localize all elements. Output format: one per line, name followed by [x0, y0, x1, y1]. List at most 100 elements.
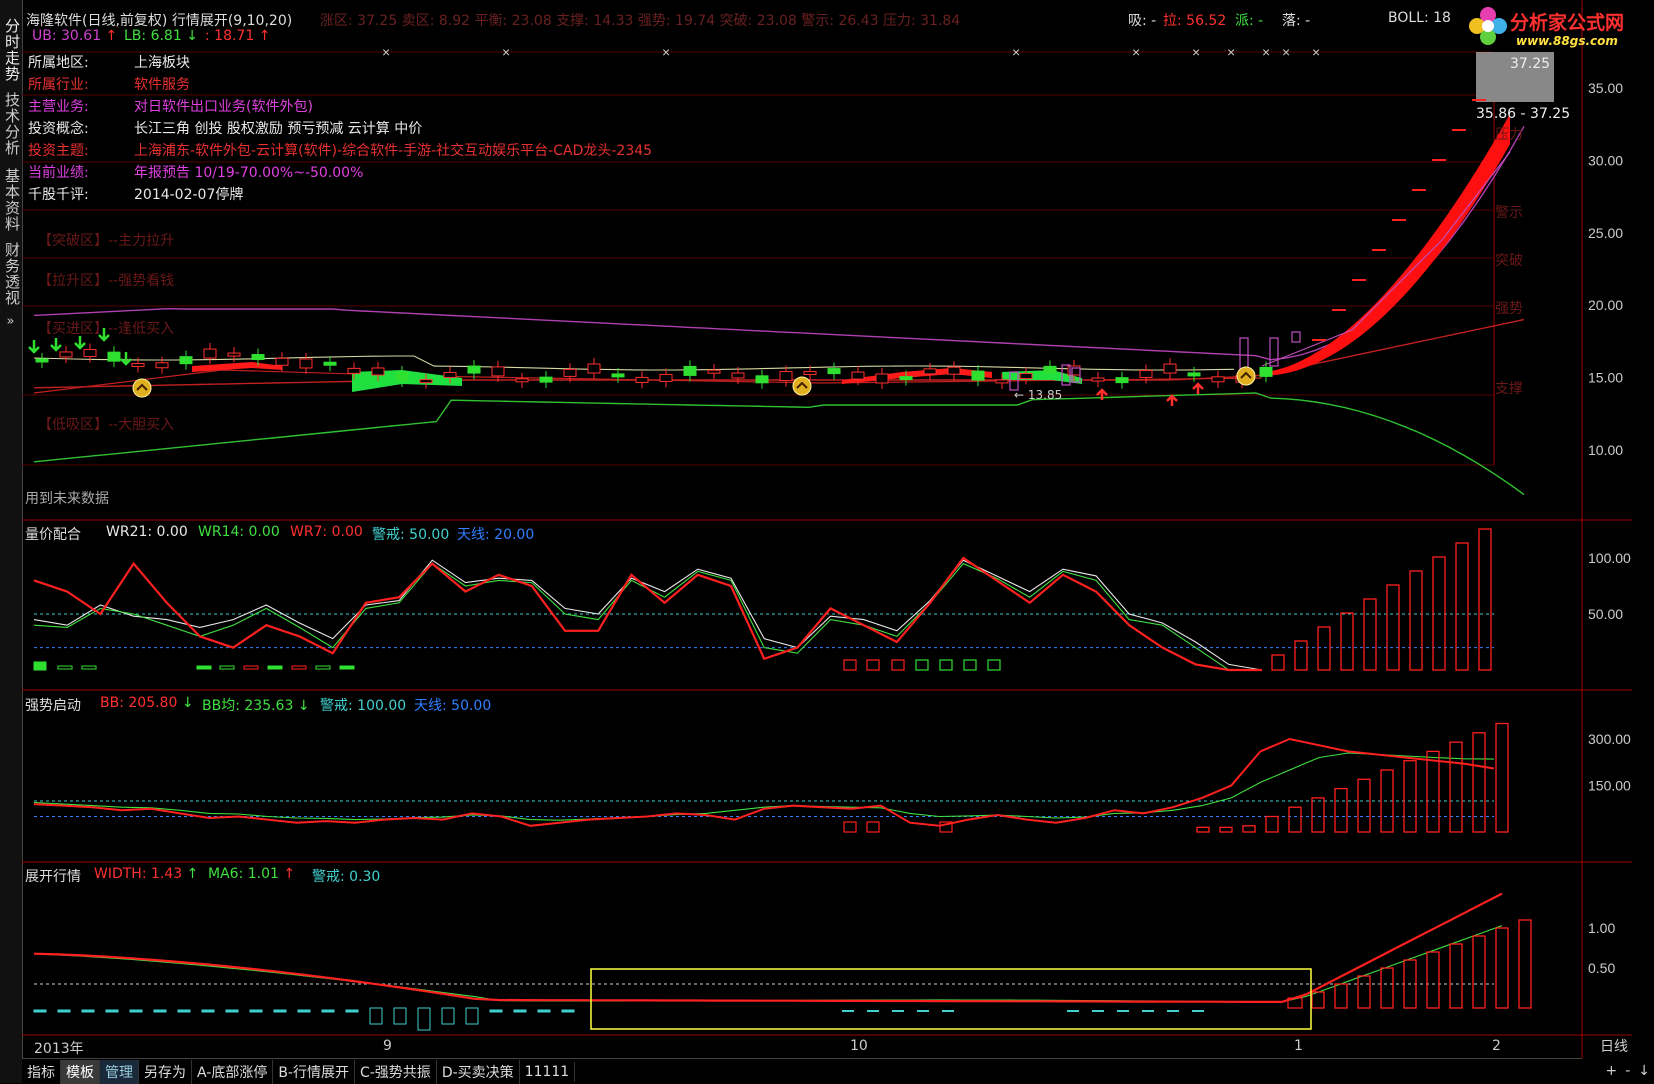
candle-body: [347, 367, 361, 374]
candle-body: [155, 362, 169, 369]
main-axis-label: 35.00: [1588, 80, 1623, 96]
faded-levels: 涨区: 37.25 卖区: 8.92 平衡: 23.08 支撑: 14.33 强…: [320, 13, 961, 29]
tab-c-strong-resonance[interactable]: C-强势共振: [355, 1059, 437, 1084]
panel3-bar: [1334, 983, 1348, 1009]
candle-body: [947, 366, 961, 375]
panel3-small-box: [345, 1009, 359, 1013]
candle-body: [1139, 369, 1153, 378]
info-row: 所属行业: 软件服务: [28, 74, 190, 96]
flower-logo-icon: [1469, 7, 1507, 45]
info-row: 投资概念: 长江三角 创投 股权激励 预亏预减 云计算 中价: [28, 118, 422, 140]
x-mark-icon: ×: [1012, 44, 1020, 60]
la-label: 拉: 56.52: [1163, 13, 1227, 29]
period-label[interactable]: 日线: [1600, 1036, 1628, 1056]
luo-label: 落: -: [1282, 13, 1311, 29]
zoom-in-icon[interactable]: +: [1605, 1063, 1617, 1079]
info-value: 2014-02-07停牌: [134, 187, 244, 203]
arrow-down-icon: [120, 352, 132, 366]
price-range: 35.86 - 37.25: [1476, 106, 1571, 122]
candle-body: [971, 370, 985, 381]
panel3-small-box: [441, 1007, 455, 1025]
panel3-small-box: [153, 1009, 167, 1013]
candle-body: [83, 349, 97, 358]
panel3-small-box: [513, 1009, 527, 1013]
x-mark-icon: ×: [1132, 44, 1140, 60]
tab-financial[interactable]: 财务透视: [2, 242, 21, 306]
low-price-marker: ← 13.85: [1014, 388, 1063, 402]
candle-body: [731, 372, 745, 379]
tab-a-bottom-limit[interactable]: A-底部涨停: [192, 1059, 274, 1084]
panel3-small-box: [33, 1009, 47, 1013]
arrow-down-icon[interactable]: ↓: [1638, 1063, 1650, 1079]
x-mark-icon: ×: [662, 44, 670, 60]
x-mark-icon: ×: [502, 44, 510, 60]
panel1-small-box: [33, 661, 47, 671]
panel3-small-box: [105, 1009, 119, 1013]
panel2-bar: [1288, 806, 1302, 833]
info-key: 千股千评:: [28, 187, 89, 203]
panel2-bar: [1472, 732, 1486, 833]
candle-body: [323, 361, 337, 366]
tab-intraday[interactable]: 分时走势: [2, 18, 21, 82]
boll-label: BOLL: 18: [1388, 10, 1451, 26]
pai-label: 派: -: [1235, 13, 1264, 29]
tab-technical[interactable]: 技术分析: [2, 92, 21, 156]
candle-body: [251, 354, 265, 361]
tab-b-trend-expand[interactable]: B-行情展开: [273, 1059, 355, 1084]
panel1-small-box: [291, 665, 307, 670]
selection-box[interactable]: [590, 968, 1312, 1030]
xi-label: 吸: -: [1128, 13, 1157, 29]
bottom-tab-bar: 指标 模板 管理 另存为 A-底部涨停 B-行情展开 C-强势共振 D-买卖决策…: [22, 1058, 1582, 1084]
tab-basic-info[interactable]: 基本资料: [2, 168, 21, 232]
panel2-bar: [1334, 787, 1348, 833]
tab-template[interactable]: 模板: [61, 1059, 100, 1084]
tab-save-as[interactable]: 另存为: [139, 1059, 192, 1084]
ub-value: UB: 30.61 ↑: [32, 28, 118, 44]
info-row: 千股千评: 2014-02-07停牌: [28, 184, 243, 206]
panel1-bar: [1340, 612, 1354, 671]
candle-body: [683, 365, 697, 376]
date-axis-jan: 1: [1294, 1038, 1303, 1054]
ma6-line: [33, 925, 1503, 1003]
candle-body: [179, 356, 193, 365]
panel1-small-box: [267, 665, 283, 670]
x-mark-icon: ×: [1262, 44, 1270, 60]
tab-11111[interactable]: 11111: [520, 1061, 576, 1082]
panel3-bar: [1380, 967, 1394, 1009]
buy-signal-icon: [1236, 366, 1256, 386]
panel1-small-box: [243, 665, 259, 670]
tab-manage[interactable]: 管理: [100, 1059, 139, 1084]
info-key: 投资主题:: [28, 143, 89, 159]
panel1-small-box: [987, 659, 1001, 671]
tab-indicator[interactable]: 指标: [22, 1059, 61, 1084]
panel1-axis-label: 100.00: [1588, 550, 1631, 566]
wr7-value: WR7: 0.00: [290, 524, 363, 540]
candle-body: [275, 357, 289, 366]
date-axis-feb: 2: [1492, 1038, 1501, 1054]
expand-more-icon[interactable]: »: [2, 314, 20, 330]
candle-body: [1043, 365, 1057, 374]
candle-body: [803, 371, 817, 376]
panel3-small-box: [321, 1009, 335, 1013]
arrow-down-icon: [28, 340, 40, 354]
panel3-small-box: [489, 1009, 503, 1013]
buy-signal-icon: [132, 378, 152, 398]
panel2-bar: [1495, 722, 1509, 833]
price-top: 37.25: [1510, 56, 1551, 72]
panel3-axis-label: 1.00: [1588, 920, 1615, 936]
panel1-axis-label: 50.00: [1588, 606, 1623, 622]
panel1-antenna: 天线: 20.00: [457, 527, 535, 543]
panel3-axis-label: 0.50: [1588, 960, 1615, 976]
tab-d-trade-decision[interactable]: D-买卖决策: [437, 1059, 520, 1084]
candle-body: [515, 378, 529, 383]
info-key: 投资概念:: [28, 121, 89, 137]
info-value: 上海板块: [134, 55, 190, 71]
panel3-small-box: [129, 1009, 143, 1013]
zoom-out-icon[interactable]: -: [1625, 1063, 1630, 1079]
panel1-title: 量价配合: [25, 527, 81, 543]
panel2-axis-label: 150.00: [1588, 778, 1631, 794]
left-tab-bar: 分时走势 技术分析 基本资料 财务透视 »: [0, 0, 23, 1083]
panel3-bar: [1426, 951, 1440, 1009]
width-line: [33, 892, 1503, 1003]
candle-body: [611, 373, 625, 378]
